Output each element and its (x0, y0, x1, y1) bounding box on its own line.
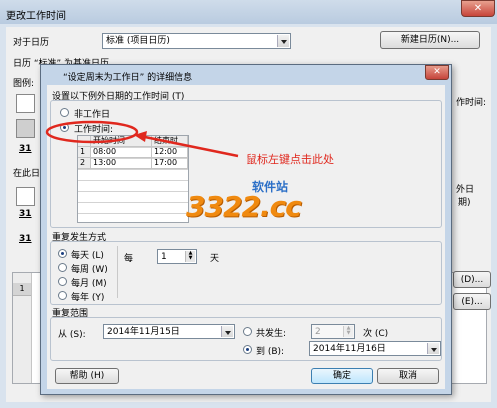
annotation-arrow-line (139, 134, 239, 158)
watermark-main-text: 3322.cc (186, 190, 302, 223)
annotation-circle (45, 120, 139, 144)
annotation-text: 鼠标左键点击此处 (246, 153, 334, 166)
watermark-logo: 软件站 3322.cc (186, 178, 326, 228)
